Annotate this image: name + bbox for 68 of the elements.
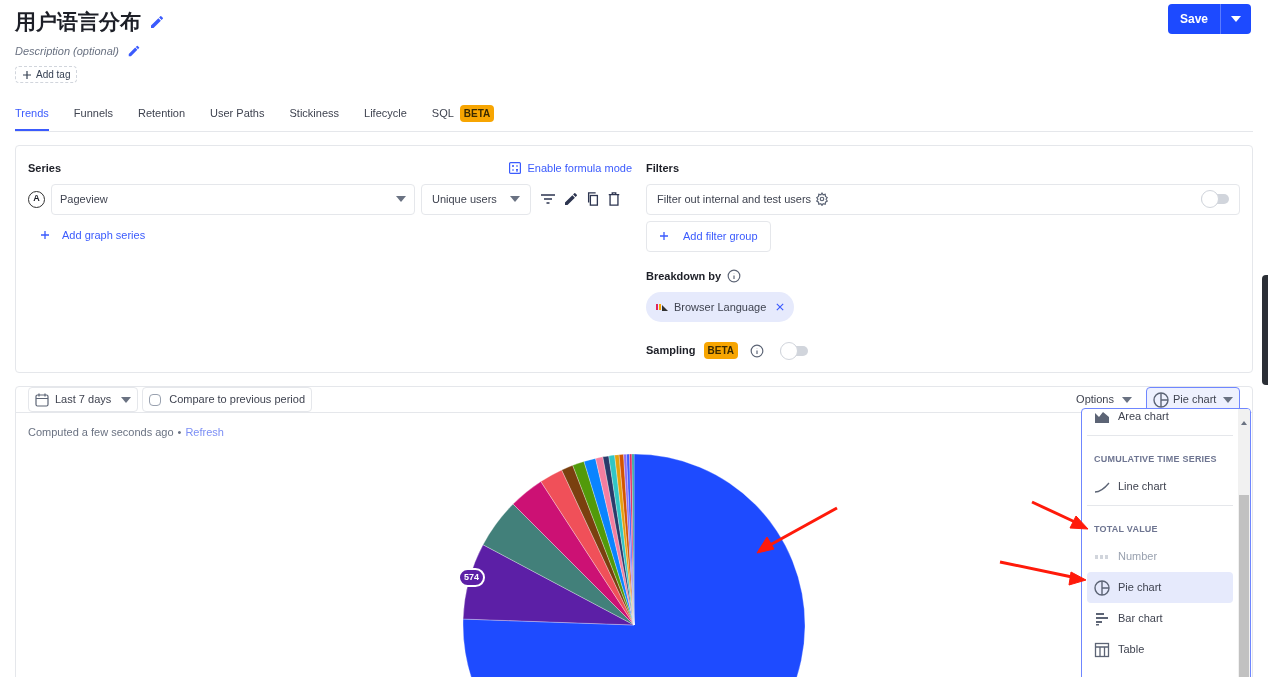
info-icon [727, 268, 742, 283]
plus-icon [22, 69, 32, 80]
tab[interactable]: Trends [15, 99, 49, 131]
caret-icon [1122, 396, 1132, 403]
tab[interactable]: Retention [137, 99, 186, 131]
computed-status: Computed a few seconds ago [28, 425, 174, 440]
caret-icon [121, 396, 132, 403]
scrollbar[interactable] [1238, 409, 1250, 677]
math-select[interactable]: Unique users [421, 183, 531, 215]
calendar-icon [35, 392, 49, 407]
chart-type-option[interactable]: Bar chart [1087, 603, 1233, 634]
trash-icon[interactable] [607, 191, 621, 207]
insight-title: 用户语言分布 [15, 9, 141, 35]
pie-chart-icon [1094, 579, 1110, 596]
scroll-up-icon[interactable] [1241, 421, 1247, 425]
breakdown-chip[interactable]: Browser Language [646, 292, 795, 322]
annotation-arrow [1031, 500, 1089, 530]
pie-chart-icon [1153, 391, 1169, 408]
plus-icon [40, 229, 50, 240]
edit-title-icon[interactable] [149, 13, 165, 30]
beta-badge: BETA [459, 104, 495, 122]
calculator-icon [509, 162, 522, 175]
section-title: Sampling [646, 343, 696, 359]
settings-icon[interactable] [815, 192, 830, 206]
section-title: Filters [646, 161, 680, 176]
number-icon [1094, 552, 1110, 561]
separator-dot: • [177, 425, 182, 440]
copy-icon[interactable] [586, 191, 600, 207]
edit-description-icon[interactable] [126, 43, 141, 58]
add-tag-button[interactable]: Add tag [15, 66, 78, 83]
table-icon [1094, 641, 1110, 658]
info-icon [750, 343, 764, 358]
section-title: Series [28, 161, 62, 176]
beta-badge: BETA [703, 342, 738, 359]
caret-icon [1231, 16, 1241, 22]
chart-type-option[interactable]: Pie chart [1087, 572, 1233, 603]
edit-icon[interactable] [563, 191, 579, 207]
add-filter-group-button[interactable]: Add filter group [646, 220, 771, 252]
save-button[interactable]: Save [1167, 4, 1251, 34]
section-title: Breakdown by [646, 268, 722, 284]
menu-section-header: TOTAL VALUE [1094, 524, 1158, 534]
filter-icon[interactable] [540, 191, 556, 207]
description-field[interactable]: Description (optional) [15, 42, 119, 59]
tab[interactable]: SQL BETA [431, 99, 495, 131]
date-range-select[interactable]: Last 7 days [28, 387, 139, 412]
event-select[interactable]: Pageview [51, 183, 415, 215]
slice-value-label: 574 [458, 567, 486, 587]
caret-icon [1223, 396, 1233, 403]
options-button[interactable]: Options [1076, 391, 1132, 408]
caret-icon [510, 196, 520, 202]
tab[interactable]: User Paths [210, 99, 265, 131]
chart-type-option[interactable]: Area chart [1087, 409, 1233, 432]
add-series-button[interactable]: Add graph series [40, 226, 146, 243]
chart-type-option[interactable]: Line chart [1087, 471, 1233, 502]
compare-checkbox[interactable]: Compare to previous period [142, 387, 312, 412]
close-icon[interactable] [776, 303, 785, 311]
tab[interactable]: Funnels [73, 99, 113, 131]
tab[interactable]: Lifecycle [364, 99, 407, 131]
filter-label: Filter out internal and test users [657, 191, 812, 207]
bar-chart-icon [1094, 610, 1110, 627]
formula-mode-link[interactable]: Enable formula mode [509, 160, 632, 177]
property-icon [656, 303, 668, 311]
chart-type-option[interactable]: Table [1087, 634, 1233, 665]
plus-icon [659, 231, 669, 241]
menu-section-header: CUMULATIVE TIME SERIES [1094, 454, 1217, 464]
tab[interactable]: Stickiness [289, 99, 339, 131]
area-chart-icon [1094, 409, 1110, 425]
caret-icon [396, 196, 406, 202]
